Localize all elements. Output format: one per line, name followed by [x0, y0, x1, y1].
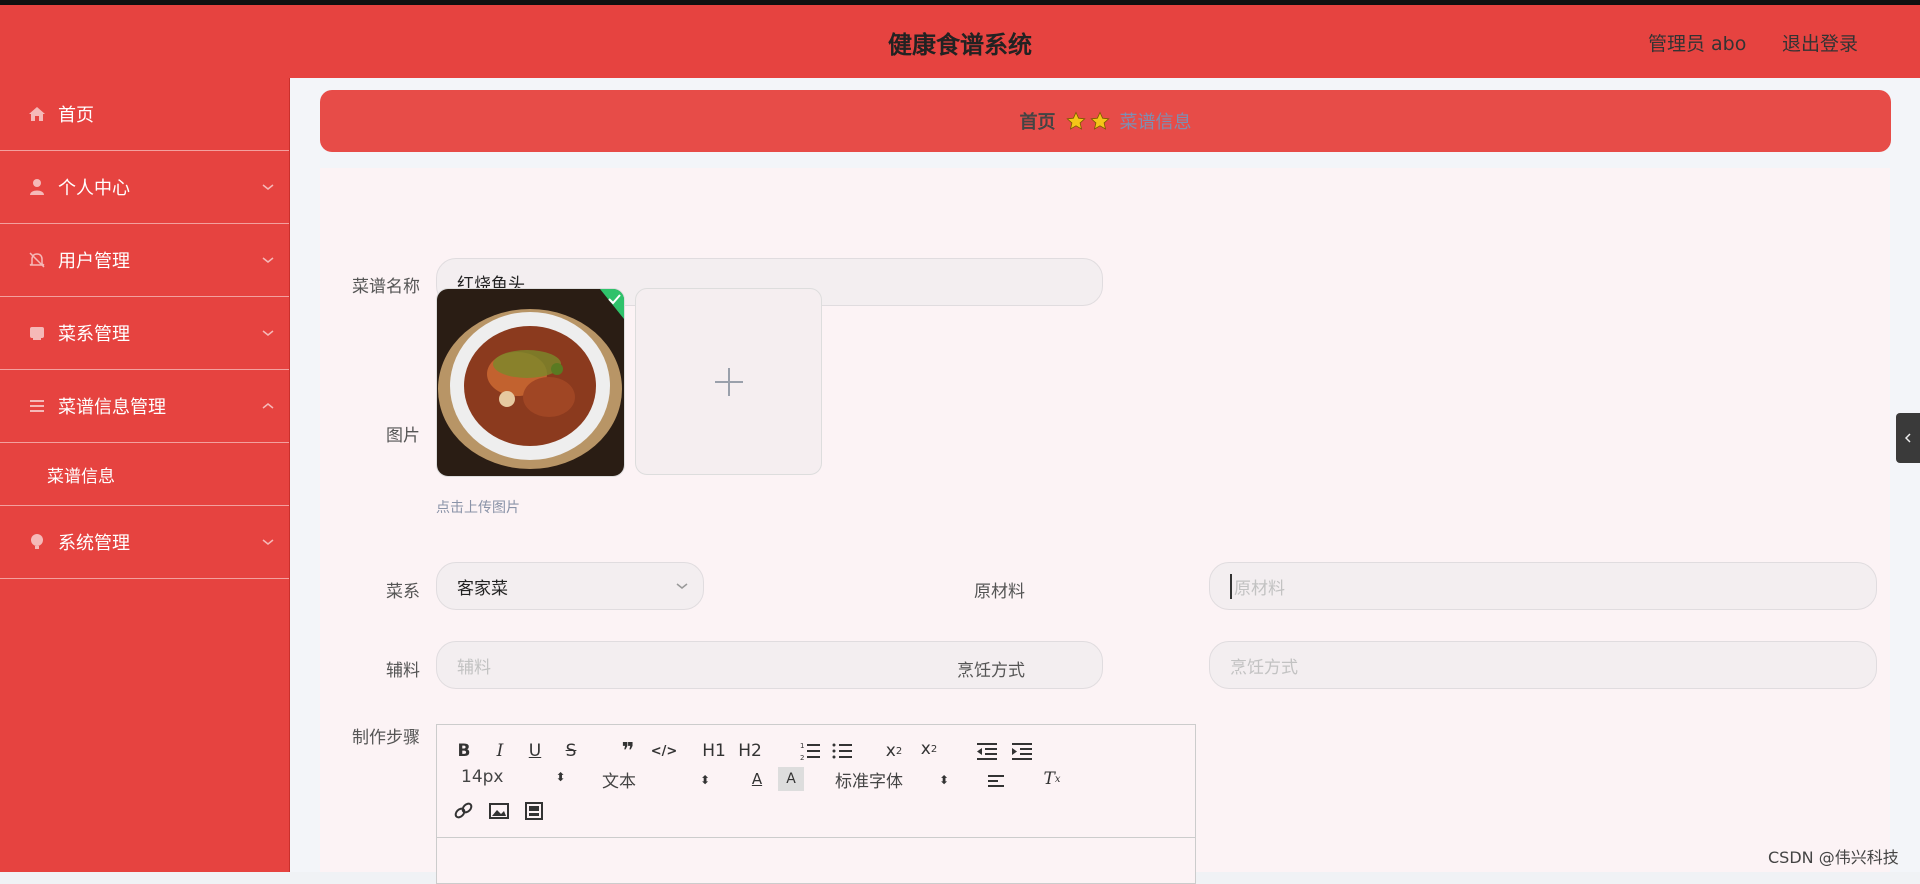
logout-button[interactable]: 退出登录: [1782, 29, 1858, 56]
font-family-value: 标准字体: [835, 772, 903, 792]
font-family-select[interactable]: 标准字体 ⬍: [835, 767, 949, 792]
sidebar-item-personal[interactable]: 个人中心: [0, 151, 289, 224]
chevron-down-icon: [676, 583, 688, 589]
sidebar-item-label: 系统管理: [58, 533, 130, 554]
upload-add-button[interactable]: [635, 288, 822, 475]
cuisine-select[interactable]: 客家菜: [436, 562, 704, 610]
star-icon: [1065, 111, 1086, 130]
rich-text-editor[interactable]: B I U S ❞ </> H1 H2 12 x2 x2 14px ⬍ 文本 ⬍…: [436, 724, 1196, 884]
ingredients-placeholder: 原材料: [1230, 573, 1285, 599]
caret-icon: ⬍: [700, 772, 711, 787]
chevron-down-icon: [262, 330, 274, 336]
upload-tip: 点击上传图片: [436, 500, 520, 516]
font-size-value: 14px: [461, 767, 504, 787]
indent-icon[interactable]: [1009, 739, 1035, 763]
image-icon[interactable]: [486, 799, 512, 823]
underline-button[interactable]: U: [522, 739, 548, 763]
code-button[interactable]: </>: [651, 739, 678, 763]
text-type-select[interactable]: 文本 ⬍: [602, 767, 710, 792]
strike-button[interactable]: S: [558, 739, 584, 763]
superscript-button[interactable]: x2: [916, 737, 942, 761]
sidebar-subitem-label: 菜谱信息: [47, 466, 115, 487]
font-color-button[interactable]: A: [744, 767, 770, 791]
cooking-input[interactable]: 烹饪方式: [1209, 641, 1877, 689]
home-icon: [29, 107, 45, 121]
caret-icon: ⬍: [555, 770, 566, 784]
cuisine-select-value: 客家菜: [457, 578, 508, 599]
link-icon[interactable]: [451, 799, 477, 823]
sidebar-item-users[interactable]: 用户管理: [0, 224, 289, 297]
video-icon[interactable]: [521, 799, 547, 823]
image-label: 图片: [386, 426, 420, 446]
caret-icon: ⬍: [939, 772, 950, 787]
steps-label: 制作步骤: [352, 728, 420, 748]
plus-icon: [714, 367, 743, 396]
editor-divider: [437, 837, 1195, 838]
text-type-value: 文本: [602, 772, 636, 792]
sidebar-item-home[interactable]: 首页: [0, 78, 289, 151]
bg-color-button[interactable]: A: [778, 767, 804, 791]
list-icon: [30, 400, 44, 412]
ordered-list-icon[interactable]: 12: [798, 739, 824, 763]
svg-text:1: 1: [800, 742, 804, 750]
book-icon: [30, 327, 44, 340]
accessories-label: 辅料: [386, 661, 420, 681]
collapse-tab[interactable]: [1896, 413, 1920, 463]
chevron-left-icon: [1904, 433, 1911, 443]
breadcrumb: 首页 菜谱信息: [320, 90, 1891, 152]
watermark: CSDN @伟兴科技: [1768, 848, 1899, 867]
font-size-select[interactable]: 14px ⬍: [461, 767, 566, 787]
cuisine-label: 菜系: [386, 582, 420, 602]
bullet-list-icon[interactable]: [830, 739, 856, 763]
sidebar-item-label: 首页: [58, 105, 94, 126]
sidebar-item-cuisine[interactable]: 菜系管理: [0, 297, 289, 370]
bell-off-icon: [29, 252, 45, 268]
breadcrumb-home[interactable]: 首页: [1020, 108, 1056, 134]
clear-format-button[interactable]: Tx: [1039, 767, 1065, 791]
bold-button[interactable]: B: [451, 739, 477, 763]
subscript-button[interactable]: x2: [881, 739, 907, 763]
breadcrumb-separator: [1065, 111, 1110, 131]
sidebar-item-recipes[interactable]: 菜谱信息管理: [0, 370, 289, 443]
chevron-up-icon: [262, 403, 274, 409]
ingredients-input[interactable]: 原材料: [1209, 562, 1877, 610]
cooking-label: 烹饪方式: [957, 661, 1025, 681]
recipe-name-label: 菜谱名称: [352, 277, 420, 297]
dish-photo: [437, 289, 624, 476]
sidebar-item-label: 个人中心: [58, 178, 130, 199]
uploaded-image[interactable]: [436, 288, 625, 477]
sidebar: 首页 个人中心 用户管理 菜系管理 菜谱信息管理 菜谱信息 系统管理: [0, 78, 290, 872]
sidebar-item-label: 菜系管理: [58, 324, 130, 345]
chevron-down-icon: [262, 257, 274, 263]
align-icon[interactable]: [984, 769, 1010, 793]
h1-button[interactable]: H1: [701, 739, 727, 763]
app-title: 健康食谱系统: [888, 31, 1032, 59]
admin-label: 管理员 abo: [1648, 33, 1747, 55]
star-icon: [1089, 111, 1110, 130]
sidebar-item-label: 菜谱信息管理: [58, 397, 166, 418]
lightbulb-icon: [31, 534, 43, 549]
svg-text:2: 2: [800, 754, 804, 762]
chevron-down-icon: [262, 539, 274, 545]
user-icon: [30, 179, 44, 195]
app-header: 健康食谱系统 管理员 abo 退出登录: [0, 5, 1920, 78]
outdent-icon[interactable]: [974, 739, 1000, 763]
chevron-down-icon: [262, 184, 274, 190]
main-content: 首页 菜谱信息 菜谱名称 红烧鱼头 图片 点击上传图片 菜系 客家菜 原材料 原…: [290, 78, 1920, 884]
h2-button[interactable]: H2: [737, 739, 763, 763]
quote-button[interactable]: ❞: [615, 739, 641, 764]
breadcrumb-current: 菜谱信息: [1119, 112, 1192, 133]
ingredients-label: 原材料: [974, 582, 1025, 602]
sidebar-item-label: 用户管理: [58, 251, 130, 272]
recipe-form: 菜谱名称 红烧鱼头 图片 点击上传图片 菜系 客家菜 原材料 原材料 辅料 辅料…: [320, 168, 1890, 884]
sidebar-subitem-recipe-info[interactable]: 菜谱信息: [0, 443, 289, 506]
sidebar-item-system[interactable]: 系统管理: [0, 506, 289, 579]
italic-button[interactable]: I: [487, 739, 513, 763]
